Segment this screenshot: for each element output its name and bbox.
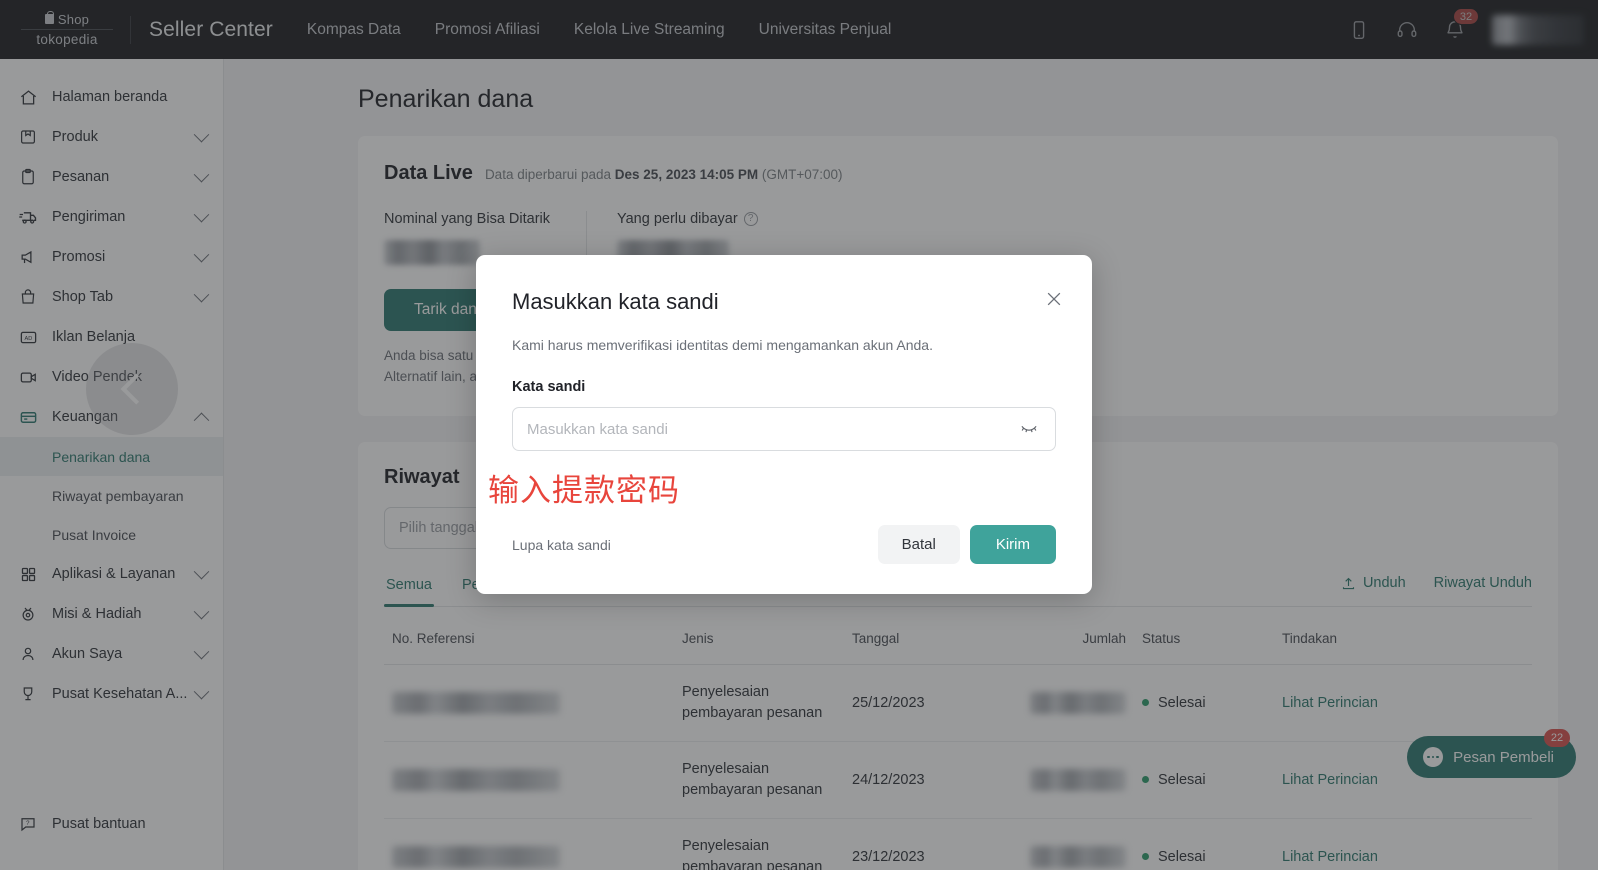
password-input-wrapper — [512, 407, 1056, 451]
annotation-text: 输入提款密码 — [488, 465, 680, 510]
app-root: Shop tokopedia Seller Center Kompas Data… — [0, 0, 1598, 870]
close-icon[interactable] — [1044, 289, 1066, 311]
submit-button[interactable]: Kirim — [970, 525, 1056, 564]
eye-closed-icon[interactable] — [1019, 418, 1041, 440]
modal-buttons: Batal Kirim — [878, 525, 1056, 564]
modal-description: Kami harus memverifikasi identitas demi … — [512, 337, 1056, 353]
modal-title: Masukkan kata sandi — [512, 289, 1056, 315]
cancel-button[interactable]: Batal — [878, 525, 960, 564]
password-field-label: Kata sandi — [512, 379, 1056, 395]
password-input[interactable] — [527, 421, 1019, 438]
password-modal: Masukkan kata sandi Kami harus memverifi… — [476, 255, 1092, 594]
modal-footer: Lupa kata sandi Batal Kirim — [512, 525, 1056, 564]
forgot-password-link[interactable]: Lupa kata sandi — [512, 537, 611, 553]
